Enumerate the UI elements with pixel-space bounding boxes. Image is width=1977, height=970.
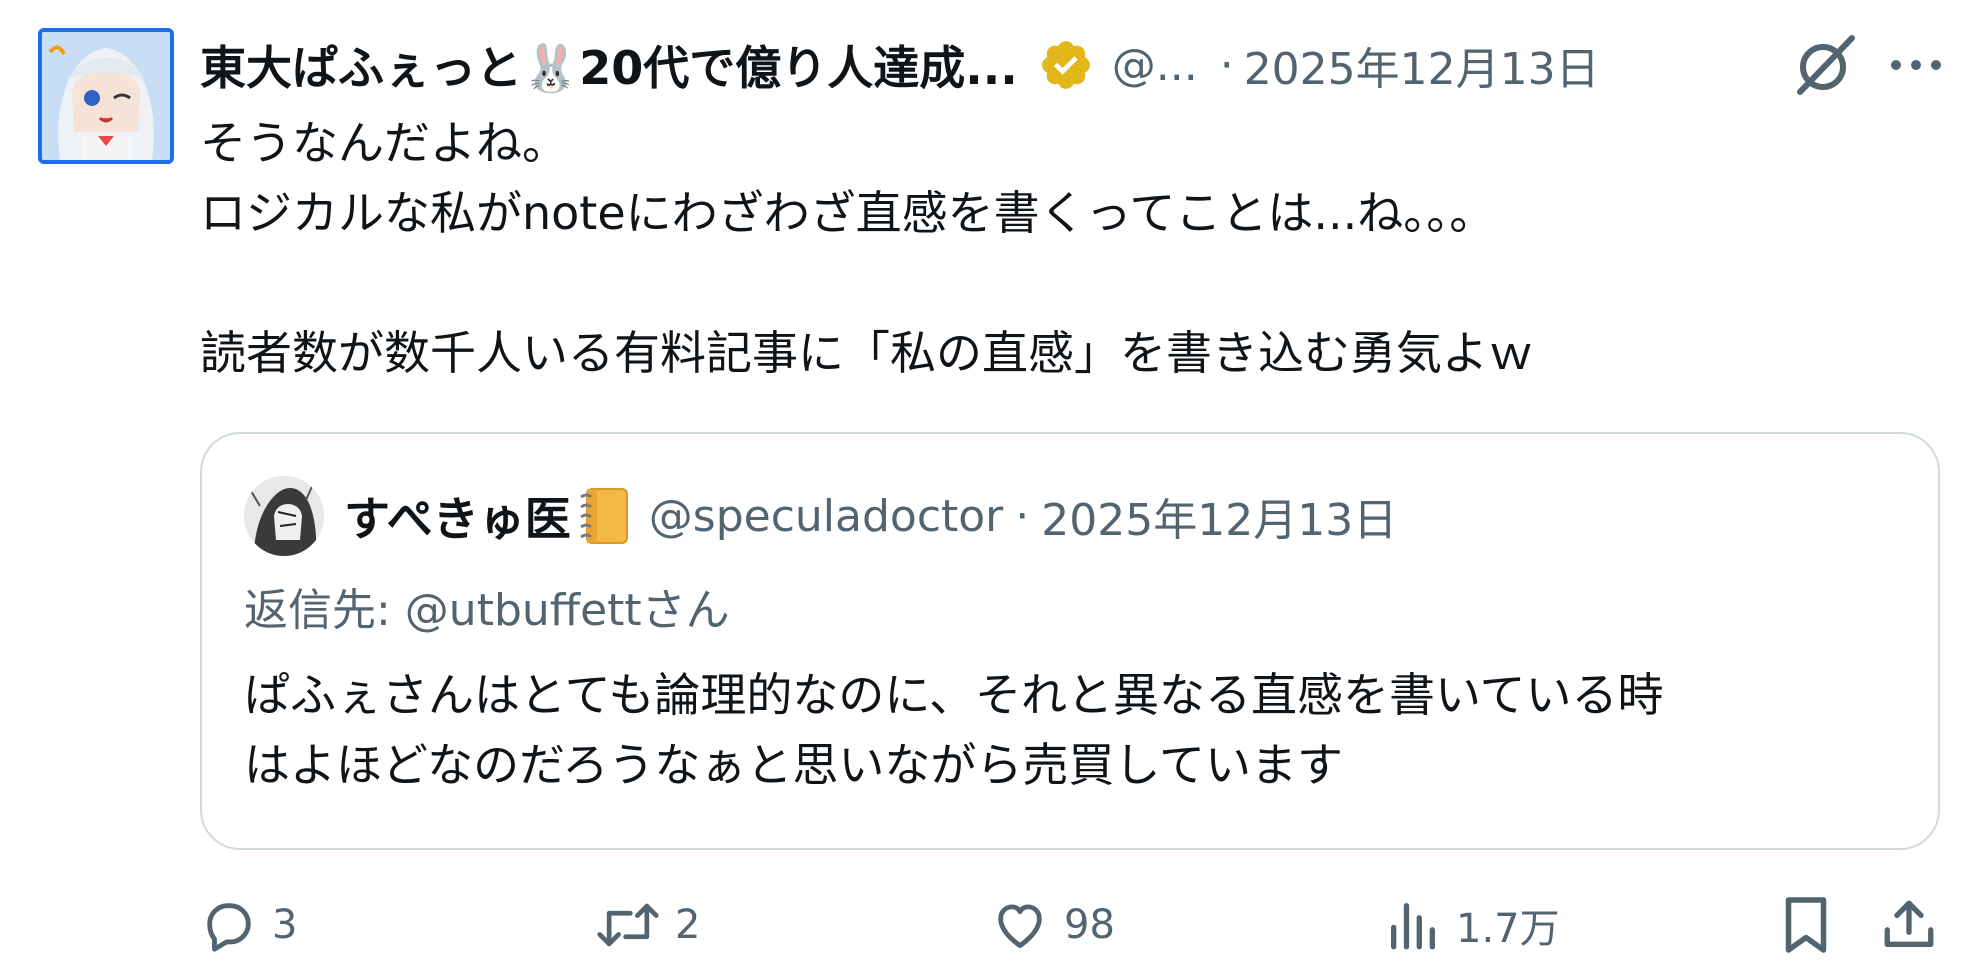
quoted-text-line: ぱふぇさんはとても論理的なのに、それと異なる直感を書いている時 [244, 668, 1664, 722]
like-button[interactable]: 98 [990, 890, 1115, 960]
tweet-date[interactable]: 2025年12月13日 [1244, 33, 1600, 97]
tweet-card: 東大ぱふぇっと🐰20代で億り人達成... @... · 2025年12月13日 … [0, 0, 1977, 970]
reply-icon [207, 903, 251, 952]
more-options-icon[interactable] [1888, 40, 1944, 90]
tweet-text-line: 読者数が数千人いる有料記事に「私の直感」を書き込む勇気よｗ [200, 326, 1534, 380]
header-separator: · [1219, 39, 1234, 91]
author-display-name[interactable]: 東大ぱふぇっと🐰20代で億り人達成... [200, 32, 1018, 98]
views-count: 1.7万 [1456, 906, 1560, 952]
repost-icon [597, 903, 659, 947]
reply-count: 3 [272, 902, 298, 948]
quoted-author-avatar[interactable] [244, 476, 324, 556]
notebook-icon [575, 485, 631, 547]
quoted-tweet-card[interactable]: すぺきゅ医 @speculadoctor · 2025年12月13日 返信先: … [200, 432, 1940, 850]
repost-count: 2 [675, 902, 701, 948]
tweet-header: 東大ぱふぇっと🐰20代で億り人達成... @... · 2025年12月13日 [200, 30, 1960, 100]
action-bar: 3 2 98 1.7万 [0, 890, 1977, 960]
views-icon [1391, 903, 1435, 950]
author-avatar[interactable] [38, 28, 174, 164]
quoted-tweet-header: すぺきゅ医 @speculadoctor · 2025年12月13日 [344, 480, 1397, 552]
like-count: 98 [1064, 902, 1115, 948]
author-handle[interactable]: @... [1112, 40, 1198, 91]
bookmark-icon [1785, 897, 1827, 953]
quoted-header-separator: · [1015, 490, 1030, 542]
quoted-author-display-name[interactable]: すぺきゅ医 [344, 483, 571, 549]
tweet-text-line [200, 248, 1940, 318]
verified-badge-icon[interactable] [1038, 37, 1094, 93]
repost-button[interactable]: 2 [595, 890, 700, 960]
quoted-text-line: はよほどなのだろうなぁと思いながら売買しています [244, 738, 1343, 792]
grok-icon[interactable] [1790, 30, 1860, 100]
reply-button[interactable]: 3 [200, 890, 297, 960]
tweet-text: そうなんだよね。 ロジカルな私がnoteにわざわざ直感を書くってことは...ね。… [200, 108, 1940, 388]
share-icon [1884, 900, 1934, 947]
quoted-tweet-text: ぱふぇさんはとても論理的なのに、それと異なる直感を書いている時 はよほどなのだろ… [244, 660, 1904, 800]
views-button[interactable]: 1.7万 [1384, 890, 1560, 960]
heart-icon [998, 904, 1042, 948]
quoted-author-handle[interactable]: @speculadoctor [649, 491, 1004, 542]
bookmark-button[interactable] [1780, 890, 1832, 960]
share-button[interactable] [1880, 890, 1938, 960]
tweet-text-line: そうなんだよね。 [200, 116, 568, 170]
reply-to-label[interactable]: 返信先: @utbuffettさん [244, 574, 730, 638]
tweet-text-line: ロジカルな私がnoteにわざわざ直感を書くってことは...ね。。。 [200, 186, 1496, 240]
quoted-tweet-date[interactable]: 2025年12月13日 [1041, 484, 1397, 548]
